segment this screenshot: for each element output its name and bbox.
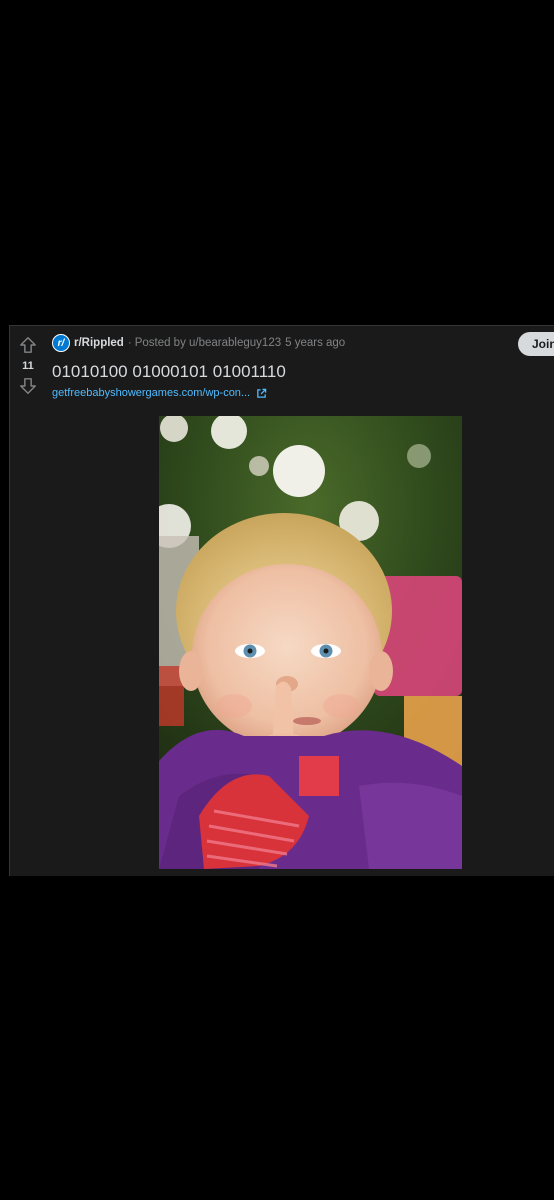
arrow-up-icon [20, 337, 36, 353]
downvote-button[interactable] [17, 375, 39, 397]
post-age: 5 years ago [285, 337, 346, 349]
subreddit-link[interactable]: r/Rippled [74, 337, 124, 349]
external-link[interactable]: getfreebabyshowergames.com/wp-con... [52, 387, 267, 399]
post-image[interactable] [159, 416, 462, 869]
baby-shush-photo [159, 416, 462, 869]
external-link-icon [256, 388, 267, 399]
vote-count: 11 [22, 360, 34, 372]
screen: 11 r/ r/Rippled · Posted by u/bearablegu… [0, 0, 554, 1200]
upvote-button[interactable] [17, 334, 39, 356]
join-button[interactable]: Join [518, 332, 554, 356]
meta-separator: · [127, 337, 132, 349]
vote-column: 11 [10, 326, 46, 397]
post-meta: r/ r/Rippled · Posted by u/bearableguy12… [52, 333, 345, 353]
link-text[interactable]: getfreebabyshowergames.com/wp-con... [52, 387, 250, 399]
post-card[interactable]: 11 r/ r/Rippled · Posted by u/bearablegu… [9, 325, 554, 876]
post-title[interactable]: 01010100 01000101 01001110 [52, 361, 286, 383]
subreddit-icon[interactable]: r/ [52, 334, 70, 352]
posted-by[interactable]: Posted by u/bearableguy123 [135, 337, 281, 349]
arrow-down-icon [20, 378, 36, 394]
